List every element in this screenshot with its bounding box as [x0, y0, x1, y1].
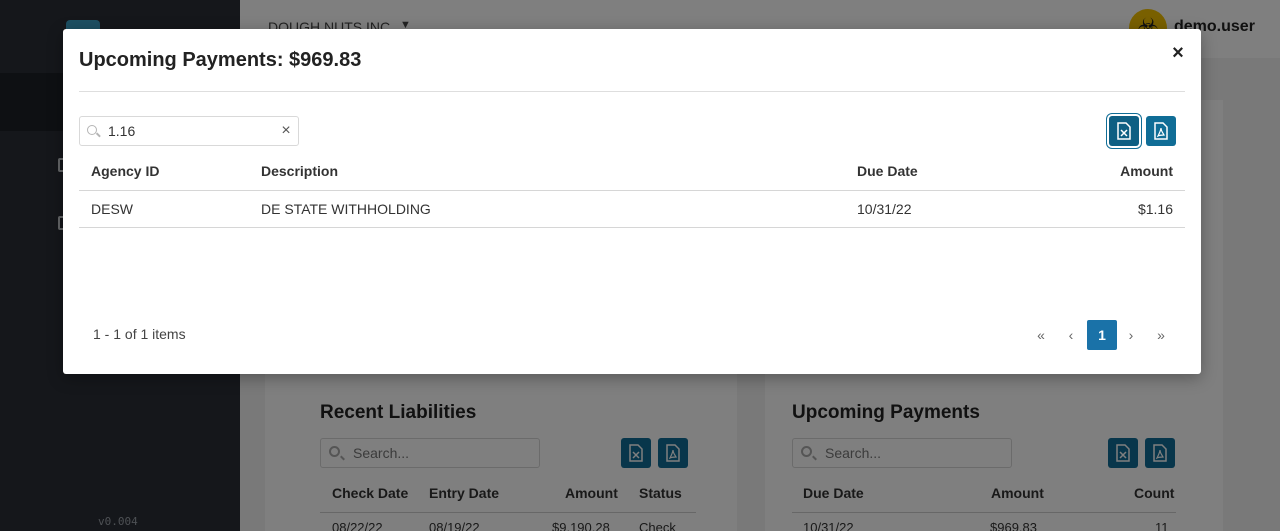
pdf-export-button[interactable]: [1146, 116, 1176, 146]
cell-agency-id: DESW: [91, 201, 133, 217]
column-header-agency-id[interactable]: Agency ID: [91, 163, 159, 179]
upcoming-payments-modal: Upcoming Payments: $969.83 × × Agency ID…: [63, 29, 1201, 374]
table-row[interactable]: DESW DE STATE WITHHOLDING 10/31/22 $1.16: [79, 191, 1185, 228]
modal-title: Upcoming Payments: $969.83: [79, 49, 362, 71]
column-header-amount[interactable]: Amount: [1120, 163, 1173, 179]
search-icon: [87, 125, 97, 135]
column-header-due-date[interactable]: Due Date: [857, 163, 918, 179]
excel-export-button[interactable]: [1109, 116, 1139, 146]
page-number-button[interactable]: 1: [1087, 320, 1117, 350]
last-page-icon[interactable]: »: [1146, 320, 1176, 350]
column-header-description[interactable]: Description: [261, 163, 338, 179]
pagination-info: 1 - 1 of 1 items: [93, 326, 186, 342]
divider: [79, 91, 1185, 92]
search-input[interactable]: [108, 121, 268, 141]
close-icon[interactable]: ×: [1167, 42, 1189, 64]
modal-search-field[interactable]: ×: [79, 116, 299, 146]
next-page-icon[interactable]: ›: [1116, 320, 1146, 350]
clear-search-icon[interactable]: ×: [278, 122, 294, 140]
cell-description: DE STATE WITHHOLDING: [261, 201, 431, 217]
excel-file-icon: [1117, 122, 1131, 140]
first-page-icon[interactable]: «: [1026, 320, 1056, 350]
cell-due-date: 10/31/22: [857, 201, 912, 217]
table-header: Agency ID Description Due Date Amount: [79, 152, 1185, 191]
pdf-file-icon: [1154, 122, 1168, 140]
previous-page-icon[interactable]: ‹: [1056, 320, 1086, 350]
cell-amount: $1.16: [1137, 201, 1173, 217]
